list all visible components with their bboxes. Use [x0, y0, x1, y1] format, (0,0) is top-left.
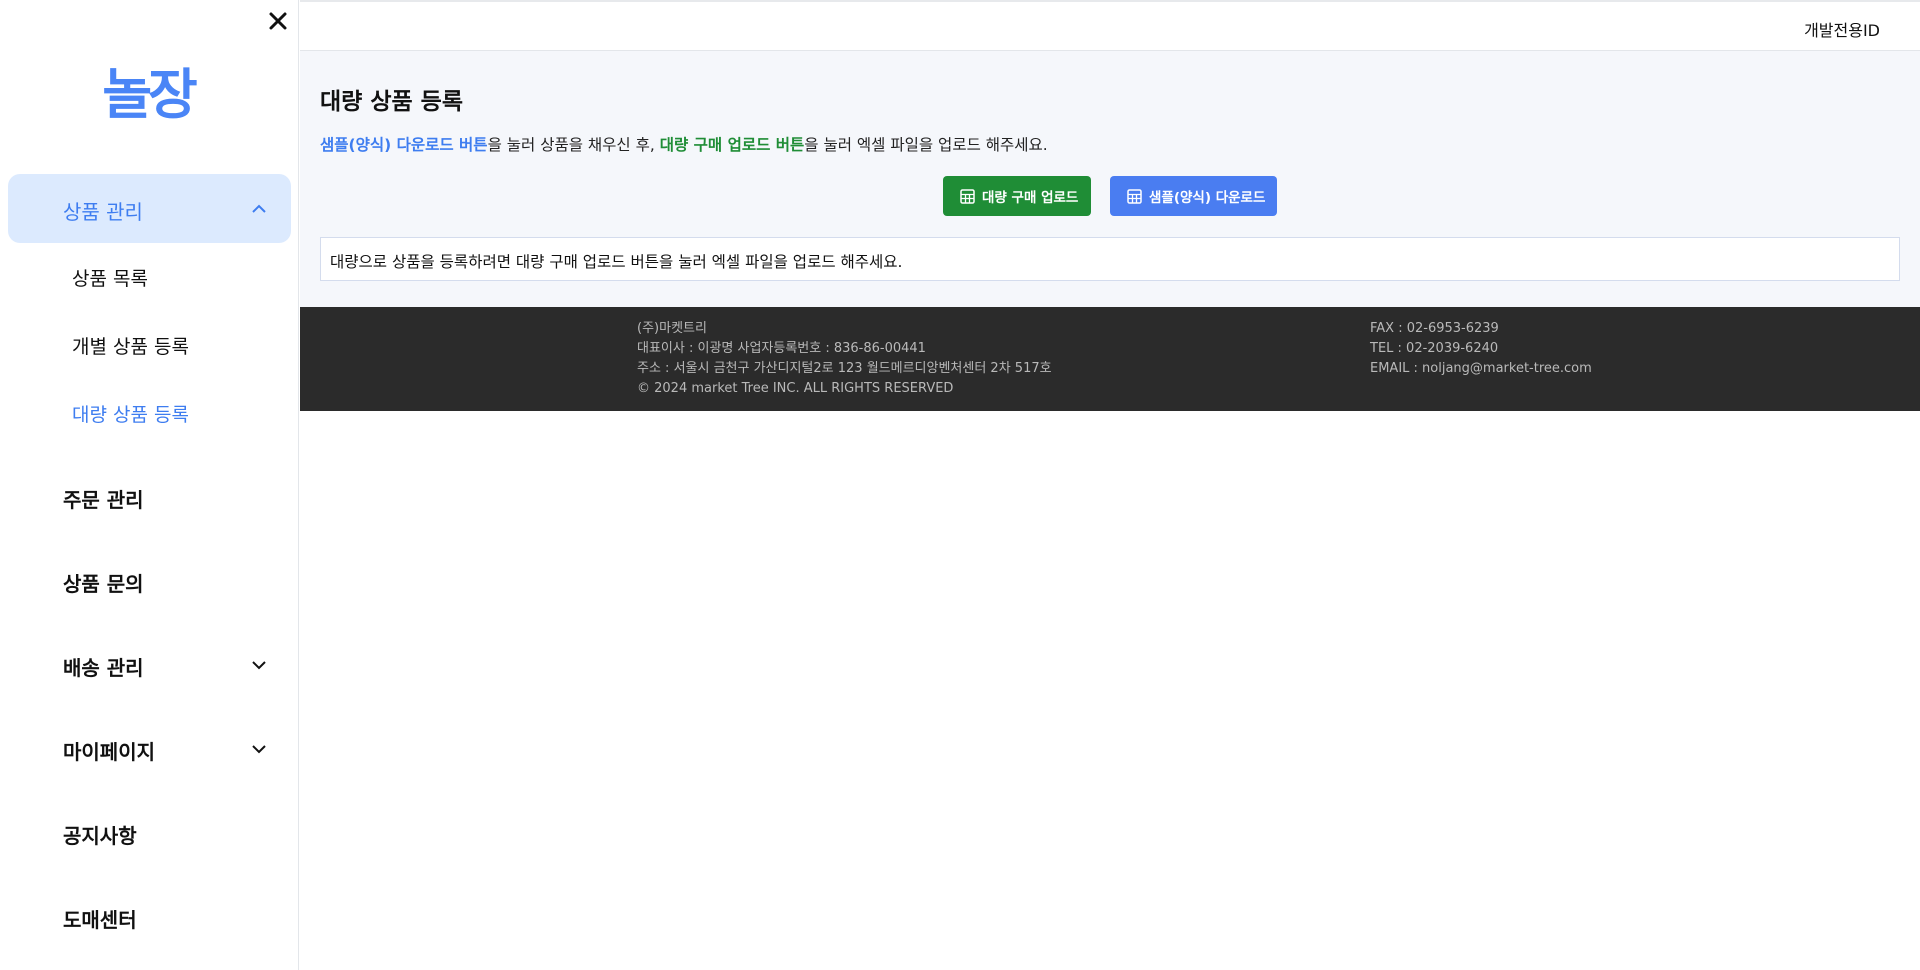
sample-download-button-label: 샘플(양식) 다운로드 — [1149, 190, 1266, 206]
topbar: 개발전용ID — [300, 0, 1920, 51]
sidebar-item-mypage[interactable]: 마이페이지 — [63, 736, 155, 765]
sidebar-item-inquiries[interactable]: 상품 문의 — [63, 568, 144, 597]
instruction-text: 샘플(양식) 다운로드 버튼을 눌러 상품을 채우신 후, 대량 구매 업로드 … — [320, 133, 1048, 155]
sidebar-item-wholesale-center[interactable]: 도매센터 — [63, 904, 137, 933]
sidebar-item-delivery[interactable]: 배송 관리 — [63, 652, 144, 681]
sidebar-item-label: 상품 관리 — [63, 200, 143, 224]
instruction-text-part: 을 눌러 상품을 채우신 후, — [487, 136, 660, 154]
footer-contact-info: FAX : 02-6953-6239 TEL : 02-2039-6240 EM… — [1370, 319, 1592, 379]
main-content: 대량 상품 등록 샘플(양식) 다운로드 버튼을 눌러 상품을 채우신 후, 대… — [300, 51, 1920, 307]
logo[interactable]: 놀장 — [98, 48, 198, 142]
footer-ceo-line: 대표이사 : 이광명 사업자등록번호 : 836-86-00441 — [637, 341, 926, 356]
footer-email: EMAIL : noljang@market-tree.com — [1370, 361, 1592, 376]
page-title: 대량 상품 등록 — [320, 89, 463, 115]
sidebar-subitem-single-register[interactable]: 개별 상품 등록 — [72, 332, 189, 359]
notice-text: 대량으로 상품을 등록하려면 대량 구매 업로드 버튼을 눌러 엑셀 파일을 업… — [330, 253, 903, 271]
bulk-upload-button[interactable]: 대량 구매 업로드 — [943, 176, 1091, 216]
sidebar-item-orders[interactable]: 주문 관리 — [63, 484, 144, 513]
instruction-text-part: 을 눌러 엑셀 파일을 업로드 해주세요. — [804, 136, 1048, 154]
sidebar-item-product-management[interactable]: 상품 관리 — [8, 174, 291, 243]
notice-box: 대량으로 상품을 등록하려면 대량 구매 업로드 버튼을 눌러 엑셀 파일을 업… — [320, 237, 1900, 281]
chevron-up-icon — [252, 204, 266, 213]
footer-company-info: (주)마켓트리 대표이사 : 이광명 사업자등록번호 : 836-86-0044… — [637, 319, 1052, 399]
footer: (주)마켓트리 대표이사 : 이광명 사업자등록번호 : 836-86-0044… — [300, 307, 1920, 411]
close-icon[interactable] — [267, 10, 289, 32]
footer-tel: TEL : 02-2039-6240 — [1370, 341, 1499, 356]
app: 놀장 상품 관리 상품 목록 개별 상품 등록 대량 상품 등록 주문 관리 상… — [0, 0, 1920, 970]
sidebar: 놀장 상품 관리 상품 목록 개별 상품 등록 대량 상품 등록 주문 관리 상… — [0, 0, 299, 970]
instruction-highlight-download: 샘플(양식) 다운로드 버튼 — [320, 136, 488, 154]
chevron-down-icon[interactable] — [250, 740, 268, 758]
table-icon — [1127, 188, 1142, 204]
footer-copyright: © 2024 market Tree INC. ALL RIGHTS RESER… — [637, 381, 954, 396]
sidebar-item-notices[interactable]: 공지사항 — [63, 820, 137, 849]
sidebar-subitem-bulk-register[interactable]: 대량 상품 등록 — [72, 400, 189, 427]
footer-company-name: (주)마켓트리 — [637, 321, 707, 336]
instruction-highlight-upload: 대량 구매 업로드 버튼 — [659, 136, 805, 154]
sidebar-subitem-product-list[interactable]: 상품 목록 — [72, 264, 148, 291]
sample-download-button[interactable]: 샘플(양식) 다운로드 — [1110, 176, 1277, 216]
chevron-down-icon[interactable] — [250, 656, 268, 674]
footer-address: 주소 : 서울시 금천구 가산디지털2로 123 월드메르디앙벤처센터 2차 5… — [637, 361, 1052, 376]
bulk-upload-button-label: 대량 구매 업로드 — [982, 190, 1079, 206]
user-id[interactable]: 개발전용ID — [1804, 17, 1880, 41]
table-icon — [960, 188, 975, 204]
footer-fax: FAX : 02-6953-6239 — [1370, 321, 1499, 336]
